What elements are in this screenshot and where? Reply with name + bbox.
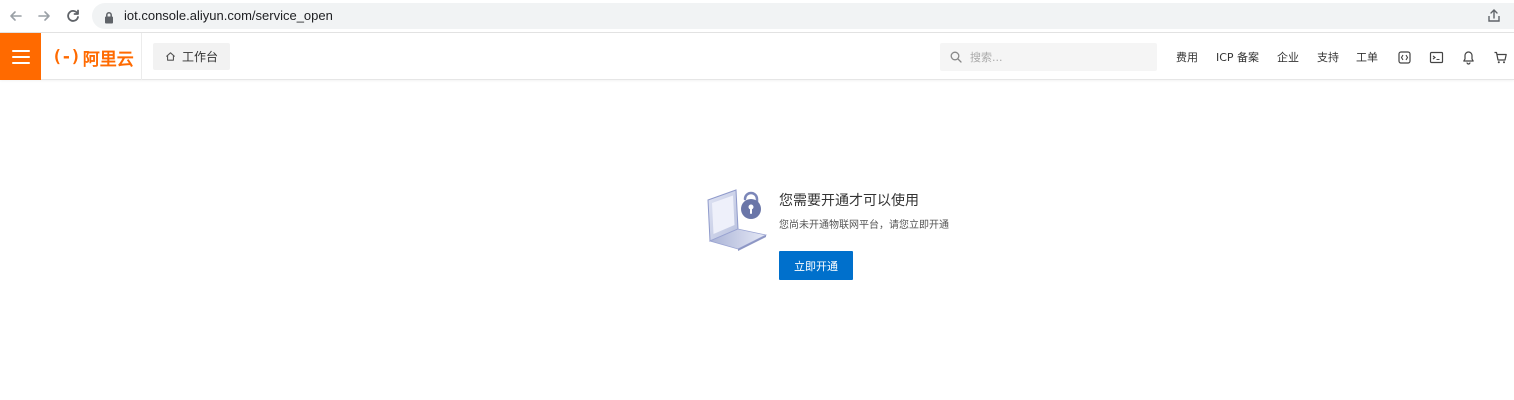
share-icon[interactable] (1486, 8, 1502, 28)
nav-link-ticket[interactable]: 工单 (1356, 49, 1378, 65)
search-box[interactable] (940, 43, 1157, 71)
reload-icon (67, 9, 79, 22)
bell-icon[interactable] (1459, 48, 1477, 66)
forward-button[interactable] (33, 5, 55, 27)
logo-mark: (-) (52, 47, 81, 67)
nav-link-enterprise[interactable]: 企业 (1277, 49, 1299, 65)
service-open-panel: 您需要开通才可以使用 您尚未开通物联网平台，请您立即开通 立即开通 (0, 80, 1514, 400)
console-topbar: (-) 阿里云 工作台 费用 ICP 备案 企业 支持 工单 (0, 33, 1514, 80)
locked-laptop-icon (702, 185, 772, 255)
address-bar[interactable]: iot.console.aliyun.com/service_open (92, 3, 1514, 29)
terminal-icon[interactable] (1427, 48, 1445, 66)
search-input[interactable] (970, 50, 1150, 64)
nav-link-support[interactable]: 支持 (1317, 49, 1339, 65)
search-icon (950, 51, 962, 63)
workbench-button[interactable]: 工作台 (153, 43, 231, 70)
empty-state-title: 您需要开通才可以使用 (779, 193, 919, 209)
home-icon (166, 52, 175, 61)
menu-line (11, 55, 30, 58)
arrow-right-icon (38, 11, 50, 21)
back-button[interactable] (5, 5, 27, 27)
browser-toolbar: iot.console.aliyun.com/service_open (0, 0, 1514, 33)
aliyun-logo[interactable]: (-) 阿里云 (52, 45, 134, 70)
url-text: iot.console.aliyun.com/service_open (124, 8, 333, 23)
code-icon[interactable] (1395, 48, 1413, 66)
menu-line (11, 61, 30, 64)
nav-link-icp[interactable]: ICP 备案 (1216, 49, 1259, 65)
workbench-label: 工作台 (182, 50, 219, 64)
nav-link-fees[interactable]: 费用 (1176, 49, 1198, 65)
activate-now-button[interactable]: 立即开通 (779, 251, 853, 280)
cart-icon[interactable] (1491, 48, 1509, 66)
reload-button[interactable] (62, 5, 84, 27)
logo-text: 阿里云 (82, 49, 134, 70)
divider (141, 33, 142, 80)
empty-state-description: 您尚未开通物联网平台，请您立即开通 (779, 220, 949, 231)
menu-line (11, 49, 30, 52)
hamburger-menu-button[interactable] (0, 33, 41, 80)
lock-icon (104, 9, 114, 28)
arrow-left-icon (10, 11, 22, 21)
